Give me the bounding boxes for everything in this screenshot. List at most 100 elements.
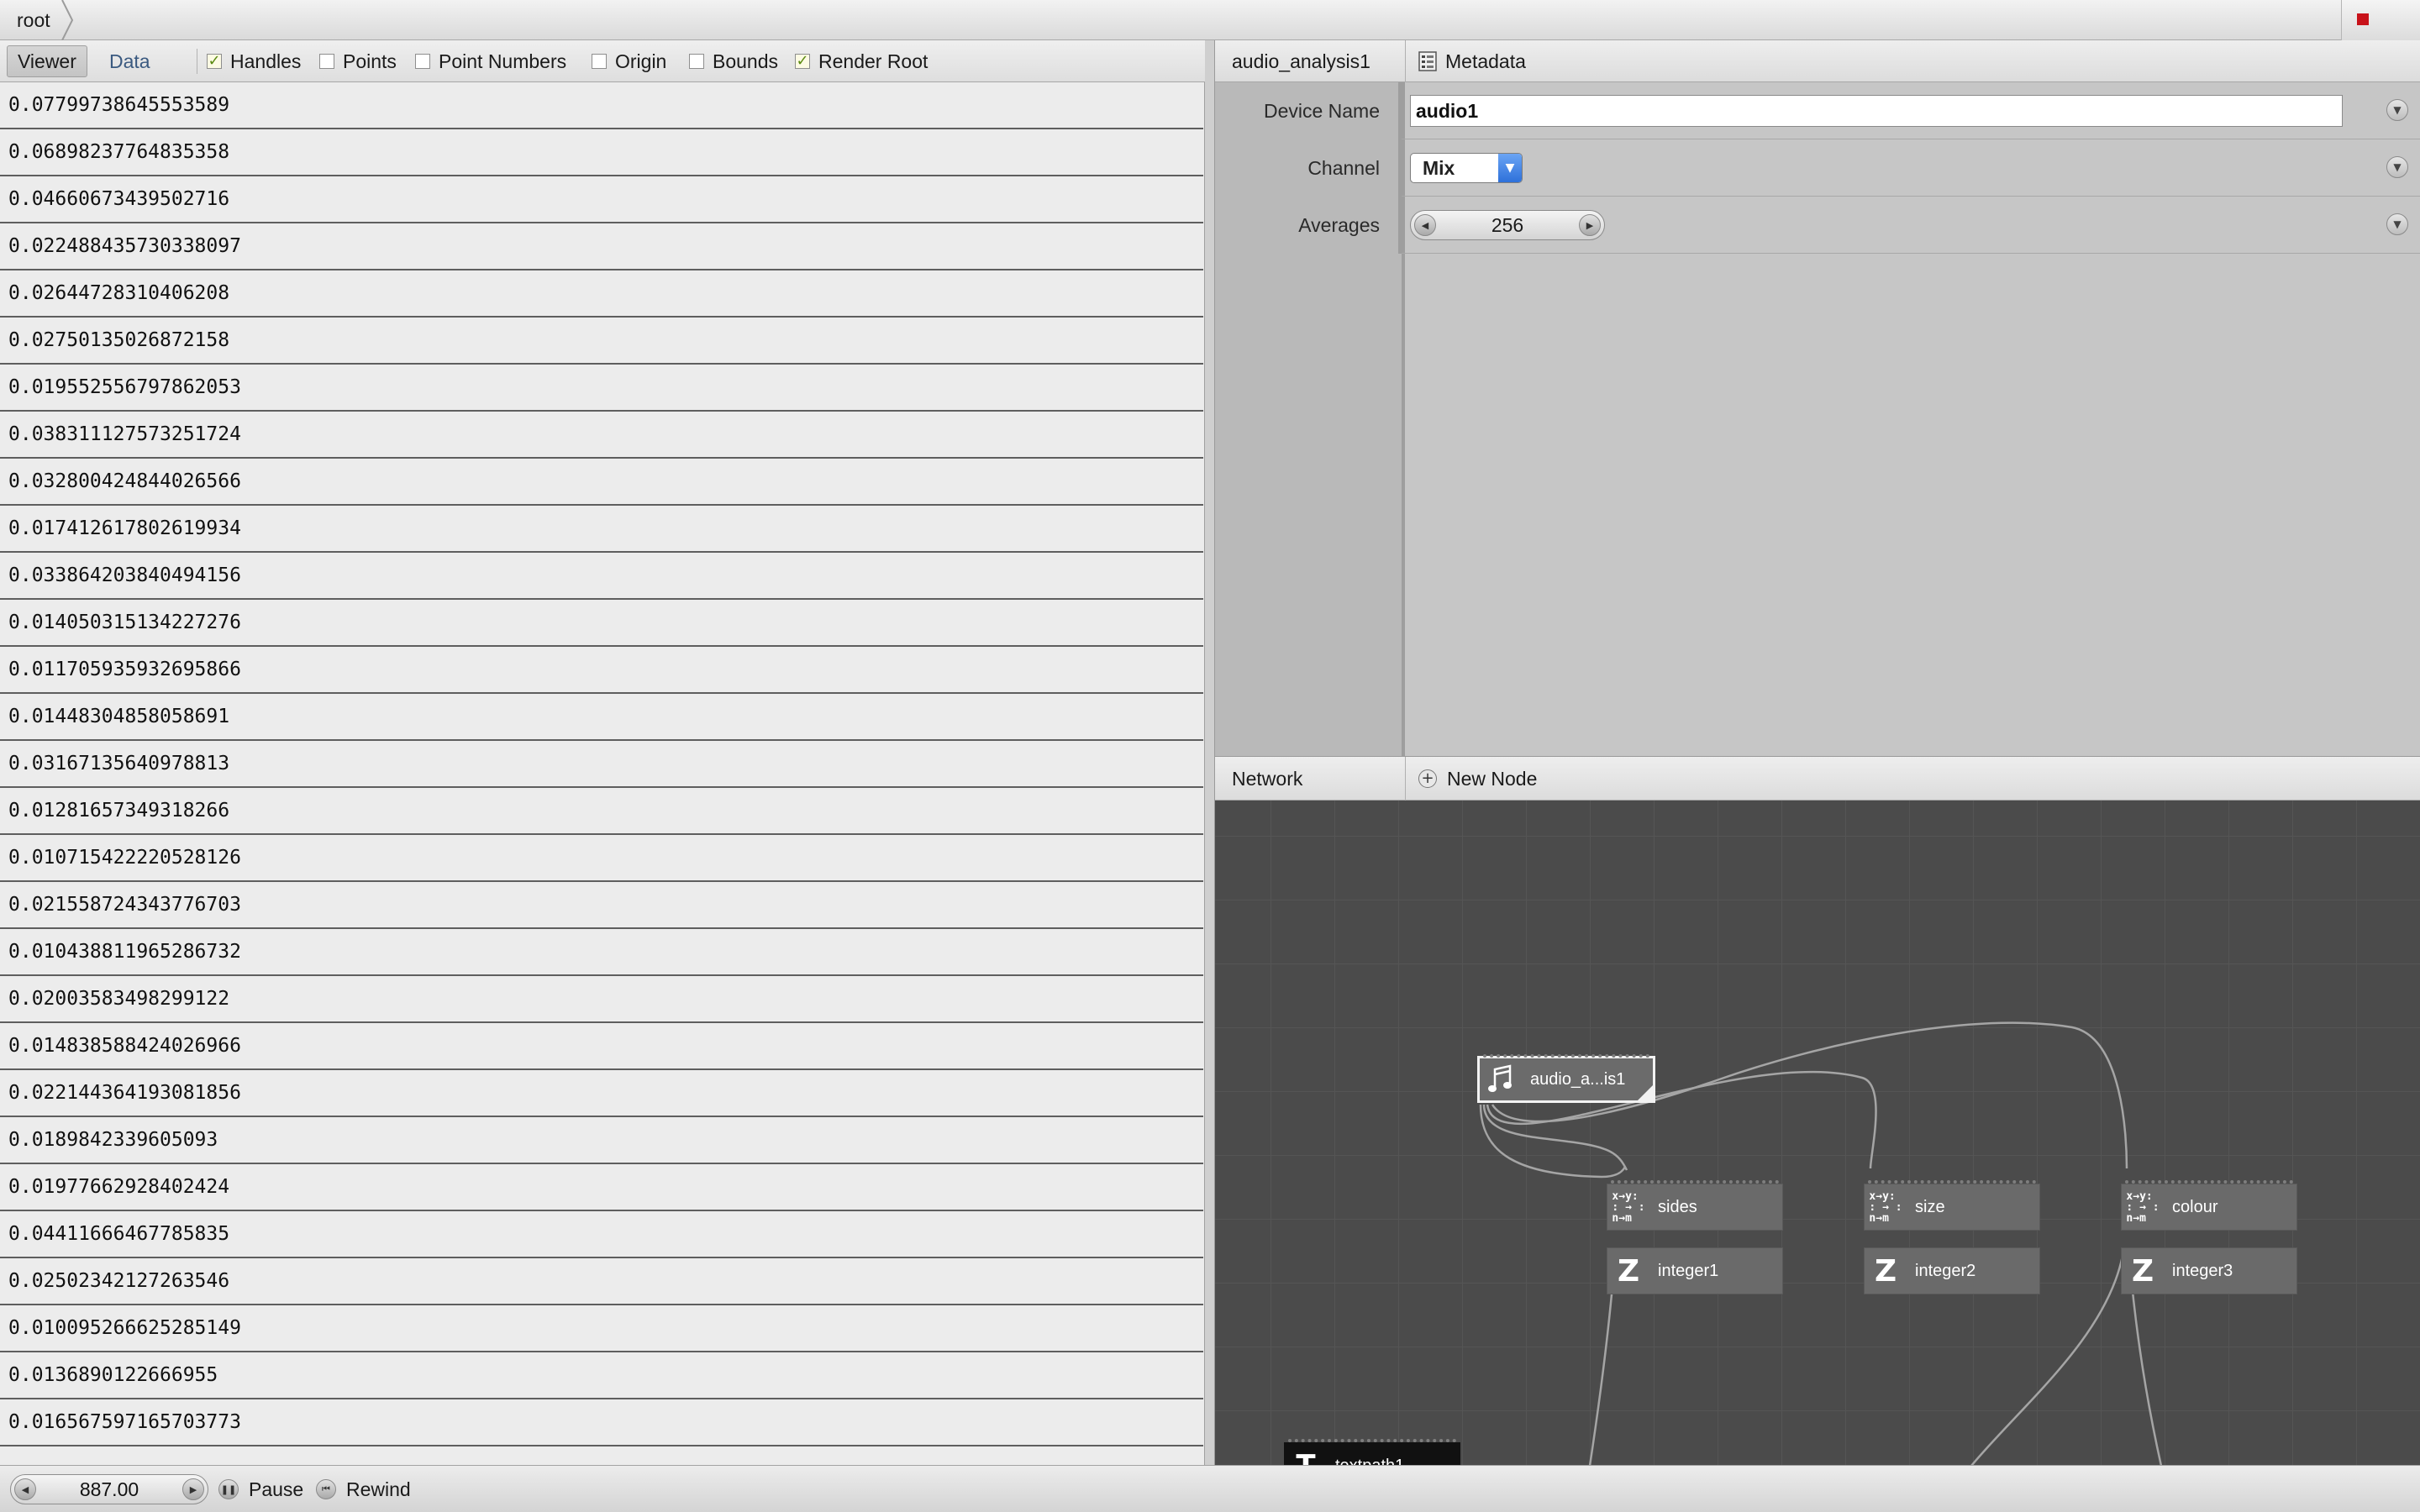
data-row: 0.017412617802619934 (0, 506, 1203, 553)
frame-value[interactable]: 887.00 (39, 1478, 179, 1501)
node-colour[interactable]: x→y: : → : n→m colour (2121, 1180, 2297, 1231)
data-row: 0.04660673439502716 (0, 176, 1203, 223)
node-connections (1479, 1021, 2163, 1466)
points-checkbox[interactable] (319, 54, 334, 69)
data-row: 0.032800424844026566 (0, 459, 1203, 506)
increment-icon[interactable]: ▶ (1579, 214, 1601, 236)
bounds-checkbox[interactable] (689, 54, 704, 69)
data-row: 0.022144364193081856 (0, 1070, 1203, 1117)
node-size[interactable]: x→y: : → : n→m size (1864, 1180, 2040, 1231)
tab-viewer[interactable]: Viewer (7, 45, 87, 77)
music-note-icon (1480, 1056, 1522, 1103)
param-row-averages: Averages ◀ 256 ▶ ▼ (1215, 197, 2420, 254)
network-canvas[interactable]: audio_a...is1 x→y: : → : n→m sides x→y: … (1215, 801, 2420, 1466)
handles-label: Handles (230, 50, 302, 72)
network-title: Network (1232, 767, 1303, 790)
origin-option[interactable]: Origin (592, 40, 666, 82)
handles-checkbox[interactable]: ✓ (207, 54, 222, 69)
data-row: 0.033864203840494156 (0, 553, 1203, 600)
stop-button[interactable] (2341, 0, 2420, 40)
device-name-field[interactable] (1410, 95, 2343, 127)
node-textpath[interactable]: T textpath1 (1284, 1439, 1460, 1466)
node-ports (1288, 1439, 1456, 1442)
parameters-header: audio_analysis1 Metadata (1215, 40, 2420, 82)
points-option[interactable]: Points (319, 40, 397, 82)
playback-bar: ◀ 887.00 ▶ ❚❚ Pause ⏮ Rewind (0, 1465, 2420, 1512)
node-label: integer1 (1658, 1261, 1719, 1280)
rewind-icon: ⏮ (316, 1479, 336, 1499)
new-node-button[interactable]: + New Node (1418, 757, 1537, 801)
rewind-button[interactable]: ⏮ Rewind (316, 1466, 411, 1512)
points-label: Points (343, 50, 397, 72)
data-row: 0.03167135640978813 (0, 741, 1203, 788)
metadata-icon (1418, 51, 1437, 71)
data-row: 0.01448304858058691 (0, 694, 1203, 741)
node-sides[interactable]: x→y: : → : n→m sides (1607, 1180, 1783, 1231)
node-integer1[interactable]: Z integer1 (1607, 1247, 1783, 1294)
metadata-label: Metadata (1445, 50, 1526, 72)
data-row: 0.010438811965286732 (0, 929, 1203, 976)
bounds-option[interactable]: Bounds (689, 40, 778, 82)
z-integer-icon: Z (2131, 1253, 2154, 1289)
tab-data[interactable]: Data (99, 45, 160, 77)
decrement-icon[interactable]: ◀ (1414, 214, 1436, 236)
data-row: 0.02003583498299122 (0, 976, 1203, 1023)
point-numbers-label: Point Numbers (439, 50, 567, 72)
data-row: 0.010715422220528126 (0, 835, 1203, 882)
channel-menu-icon[interactable]: ▼ (2386, 156, 2408, 178)
node-ports (1483, 1054, 1649, 1058)
node-audio-analysis[interactable]: audio_a...is1 (1477, 1054, 1655, 1103)
data-row: 0.06898237764835358 (0, 129, 1203, 176)
node-label: integer2 (1915, 1261, 1976, 1280)
data-row: 0.011705935932695866 (0, 647, 1203, 694)
origin-label: Origin (615, 50, 667, 72)
data-row: 0.0189842339605093 (0, 1117, 1203, 1164)
point-numbers-checkbox[interactable] (415, 54, 430, 69)
channel-select[interactable]: Mix ▼ (1410, 153, 1523, 183)
param-row-device-name: Device Name ▼ (1215, 82, 2420, 139)
node-integer2[interactable]: Z integer2 (1864, 1247, 2040, 1294)
metadata-button[interactable]: Metadata (1418, 40, 1526, 82)
data-row: 0.02502342127263546 (0, 1258, 1203, 1305)
data-row: 0.022488435730338097 (0, 223, 1203, 270)
render-root-checkbox[interactable]: ✓ (795, 54, 810, 69)
frame-stepper[interactable]: ◀ 887.00 ▶ (10, 1474, 208, 1504)
data-row: 0.010095266625285149 (0, 1305, 1203, 1352)
node-integer3[interactable]: Z integer3 (2121, 1247, 2297, 1294)
wire-audio-to-sides (1479, 1104, 1627, 1179)
viewer-panel: Viewer Data ✓ Handles Points Point Number… (0, 40, 1205, 1465)
point-numbers-option[interactable]: Point Numbers (415, 40, 566, 82)
handles-option[interactable]: ✓ Handles (207, 40, 301, 82)
frame-increment-icon[interactable]: ▶ (182, 1478, 204, 1500)
z-integer-icon: Z (1874, 1253, 1897, 1289)
pause-icon: ❚❚ (218, 1479, 239, 1499)
panel-splitter[interactable] (1205, 40, 1215, 1465)
node-label: sides (1658, 1197, 1697, 1216)
device-name-label: Device Name (1215, 82, 1402, 139)
device-name-menu-icon[interactable]: ▼ (2386, 99, 2408, 121)
stop-icon (2357, 13, 2369, 25)
render-root-option[interactable]: ✓ Render Root (795, 40, 928, 82)
convert-range-icon: x→y: : → : n→m (2126, 1189, 2160, 1225)
frame-decrement-icon[interactable]: ◀ (14, 1478, 36, 1500)
averages-stepper[interactable]: ◀ 256 ▶ (1410, 210, 1605, 240)
convert-range-icon: x→y: : → : n→m (1869, 1189, 1902, 1225)
node-ports (2125, 1180, 2293, 1184)
pause-button[interactable]: ❚❚ Pause (218, 1466, 303, 1512)
new-node-label: New Node (1447, 767, 1538, 790)
data-row: 0.02644728310406208 (0, 270, 1203, 318)
viewer-toolbar: Viewer Data ✓ Handles Points Point Number… (0, 40, 1205, 82)
data-row: 0.014050315134227276 (0, 600, 1203, 647)
averages-menu-icon[interactable]: ▼ (2386, 213, 2408, 235)
node-ports (1611, 1180, 1779, 1184)
address-bar: root (0, 0, 2420, 40)
channel-label: Channel (1215, 139, 1402, 197)
averages-value[interactable]: 256 (1439, 214, 1576, 237)
data-row: 0.014838588424026966 (0, 1023, 1203, 1070)
network-header: Network + New Node (1215, 757, 2420, 801)
data-row: 0.01977662928402424 (0, 1164, 1203, 1211)
origin-checkbox[interactable] (592, 54, 607, 69)
header-divider (1405, 757, 1406, 801)
rewind-label: Rewind (346, 1478, 411, 1500)
averages-label: Averages (1215, 197, 1402, 254)
